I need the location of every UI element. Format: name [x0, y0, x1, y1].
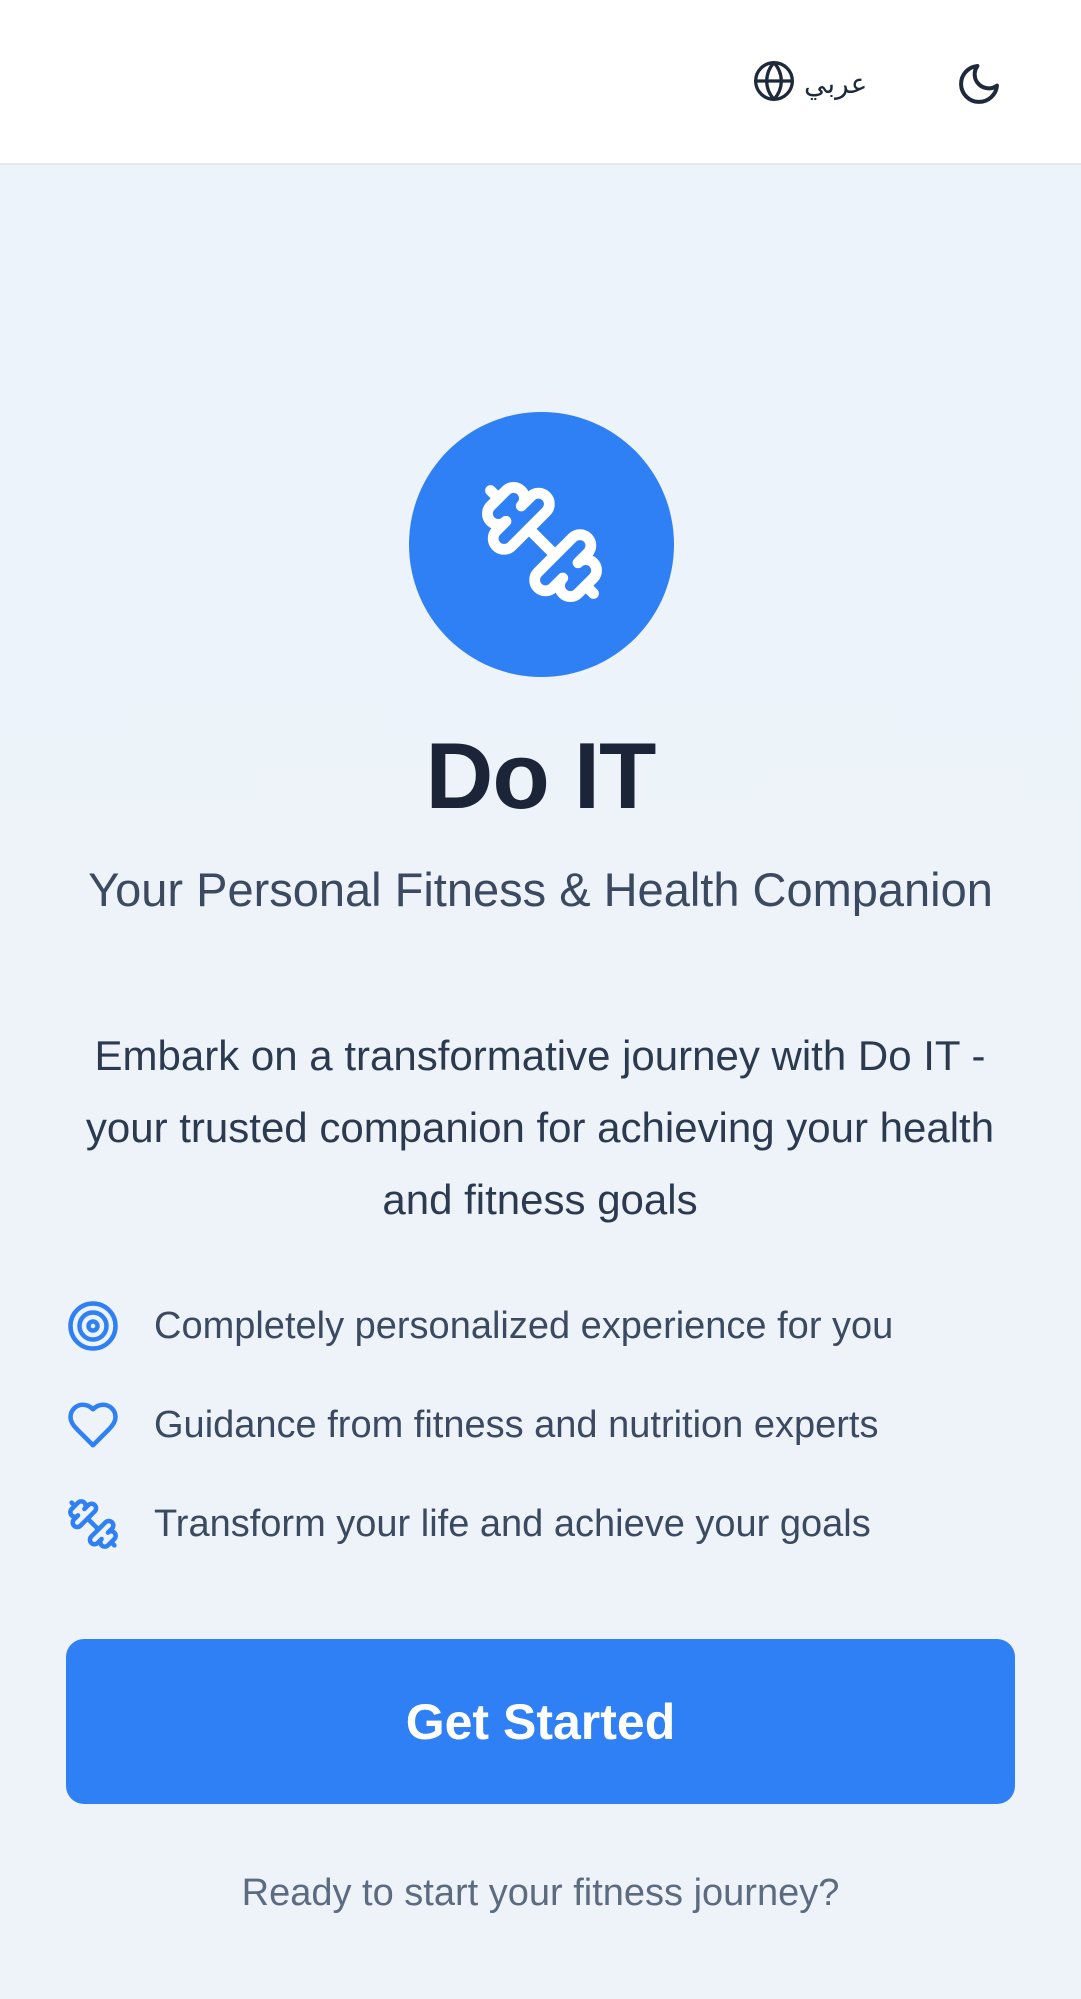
- app-title: Do IT: [425, 723, 657, 828]
- feature-text: Transform your life and achieve your goa…: [154, 1502, 871, 1545]
- theme-toggle-button[interactable]: [955, 60, 1003, 108]
- feature-item: Completely personalized experience for y…: [66, 1296, 1026, 1356]
- language-switch-button[interactable]: عربي: [752, 55, 867, 111]
- target-icon: [66, 1299, 120, 1353]
- app-description: Embark on a transformative journey with …: [85, 1032, 995, 1223]
- app-logo-circle: [409, 412, 674, 677]
- feature-item: Guidance from fitness and nutrition expe…: [66, 1395, 1026, 1455]
- feature-list: Completely personalized experience for y…: [66, 1296, 1026, 1593]
- globe-icon: [752, 59, 796, 108]
- feature-text: Guidance from fitness and nutrition expe…: [154, 1403, 879, 1446]
- heart-icon: [66, 1398, 120, 1452]
- top-bar: عربي: [0, 0, 1081, 165]
- footer-note: Ready to start your fitness journey?: [241, 1872, 840, 1914]
- dumbbell-icon: [477, 477, 607, 612]
- feature-text: Completely personalized experience for y…: [154, 1304, 894, 1347]
- feature-item: Transform your life and achieve your goa…: [66, 1494, 1026, 1554]
- welcome-page: عربي Do IT Your Personal Fitness & Healt…: [0, 0, 1081, 1999]
- app-subtitle: Your Personal Fitness & Health Companion: [88, 863, 993, 916]
- moon-icon: [955, 64, 1003, 112]
- dumbbell-icon: [66, 1497, 120, 1551]
- get-started-button[interactable]: Get Started: [66, 1639, 1015, 1804]
- language-label: عربي: [804, 66, 868, 100]
